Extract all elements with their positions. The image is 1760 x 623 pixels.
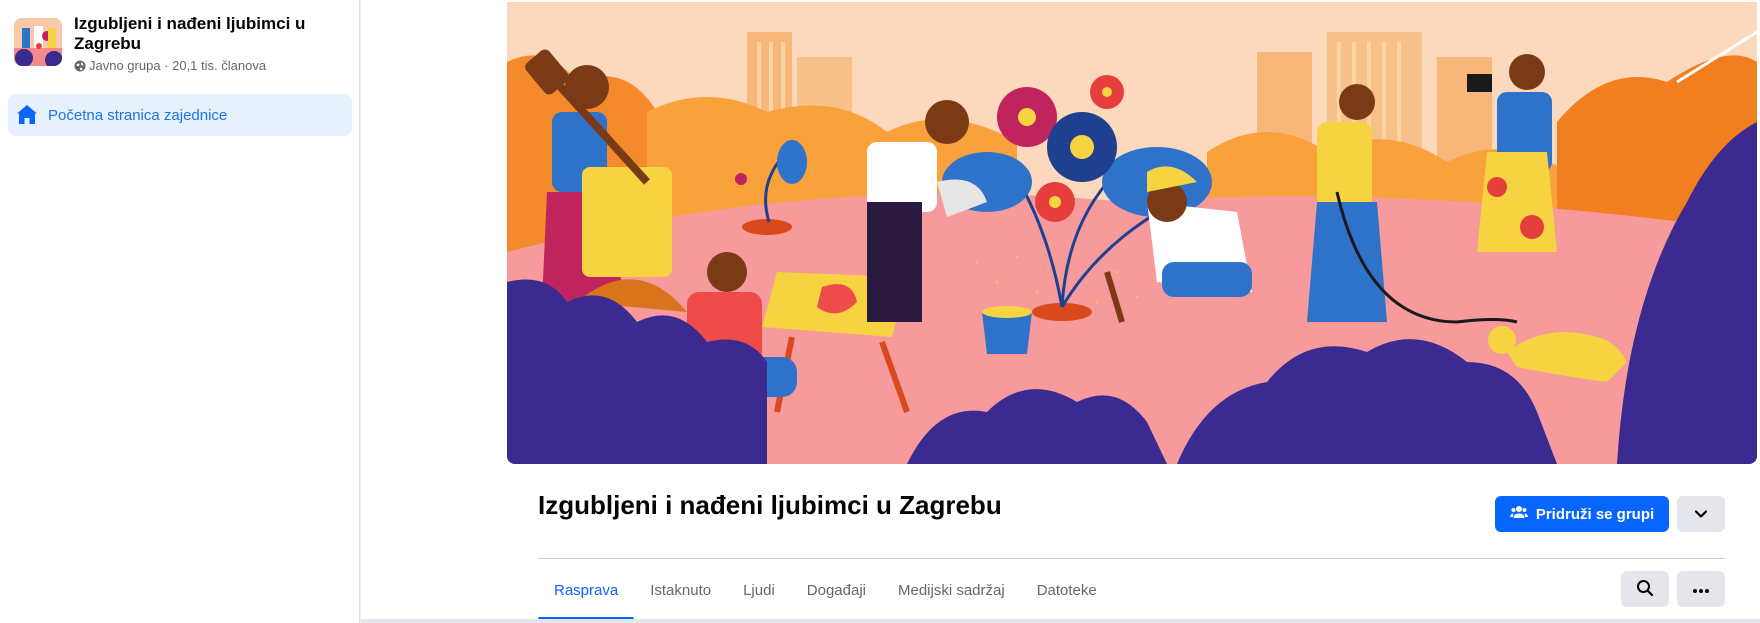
- group-name[interactable]: Izgubljeni i nađeni ljubimci u Zagrebu: [74, 14, 344, 54]
- group-thumbnail[interactable]: [14, 18, 62, 66]
- cover-illustration: [507, 2, 1757, 464]
- group-main: Izgubljeni i nađeni ljubimci u Zagrebu P…: [361, 0, 1760, 623]
- cover-photo: [507, 2, 1757, 464]
- sidebar: Izgubljeni i nađeni ljubimci u Zagrebu J…: [0, 0, 360, 623]
- join-group-label: Pridruži se grupi: [1535, 505, 1655, 523]
- search-button[interactable]: [1621, 571, 1669, 607]
- ellipsis-icon: [1692, 582, 1710, 597]
- tab-datoteke[interactable]: Datoteke: [1021, 560, 1113, 620]
- page-title: Izgubljeni i nađeni ljubimci u Zagrebu: [538, 490, 1002, 520]
- tab-istaknuto[interactable]: Istaknuto: [634, 560, 727, 620]
- tab-rasprava[interactable]: Rasprava: [538, 560, 635, 620]
- header-divider: [538, 558, 1725, 559]
- bottom-edge: [361, 619, 1760, 623]
- options-button[interactable]: [1677, 571, 1725, 607]
- tab-dogadaji[interactable]: Događaji: [791, 560, 882, 620]
- home-icon: [14, 102, 40, 128]
- group-header[interactable]: Izgubljeni i nađeni ljubimci u Zagrebu J…: [12, 12, 352, 74]
- group-tabs: Rasprava Istaknuto Ljudi Događaji Medijs…: [538, 560, 1113, 620]
- globe-icon: [74, 60, 86, 75]
- join-group-button[interactable]: Pridruži se grupi: [1495, 496, 1669, 532]
- sidebar-item-community-home[interactable]: Početna stranica zajednice: [8, 94, 352, 136]
- chevron-down-icon: [1694, 507, 1708, 522]
- tab-ljudi[interactable]: Ljudi: [727, 560, 791, 620]
- tab-medijski-sadrzaj[interactable]: Medijski sadržaj: [882, 560, 1021, 620]
- group-more-button[interactable]: [1677, 496, 1725, 532]
- people-icon: [1509, 504, 1528, 524]
- group-meta-text: Javno grupa · 20,1 tis. članova: [89, 58, 267, 73]
- search-icon: [1636, 579, 1654, 600]
- sidebar-item-label: Početna stranica zajednice: [48, 107, 228, 124]
- group-meta: Javno grupa · 20,1 tis. članova: [74, 58, 266, 75]
